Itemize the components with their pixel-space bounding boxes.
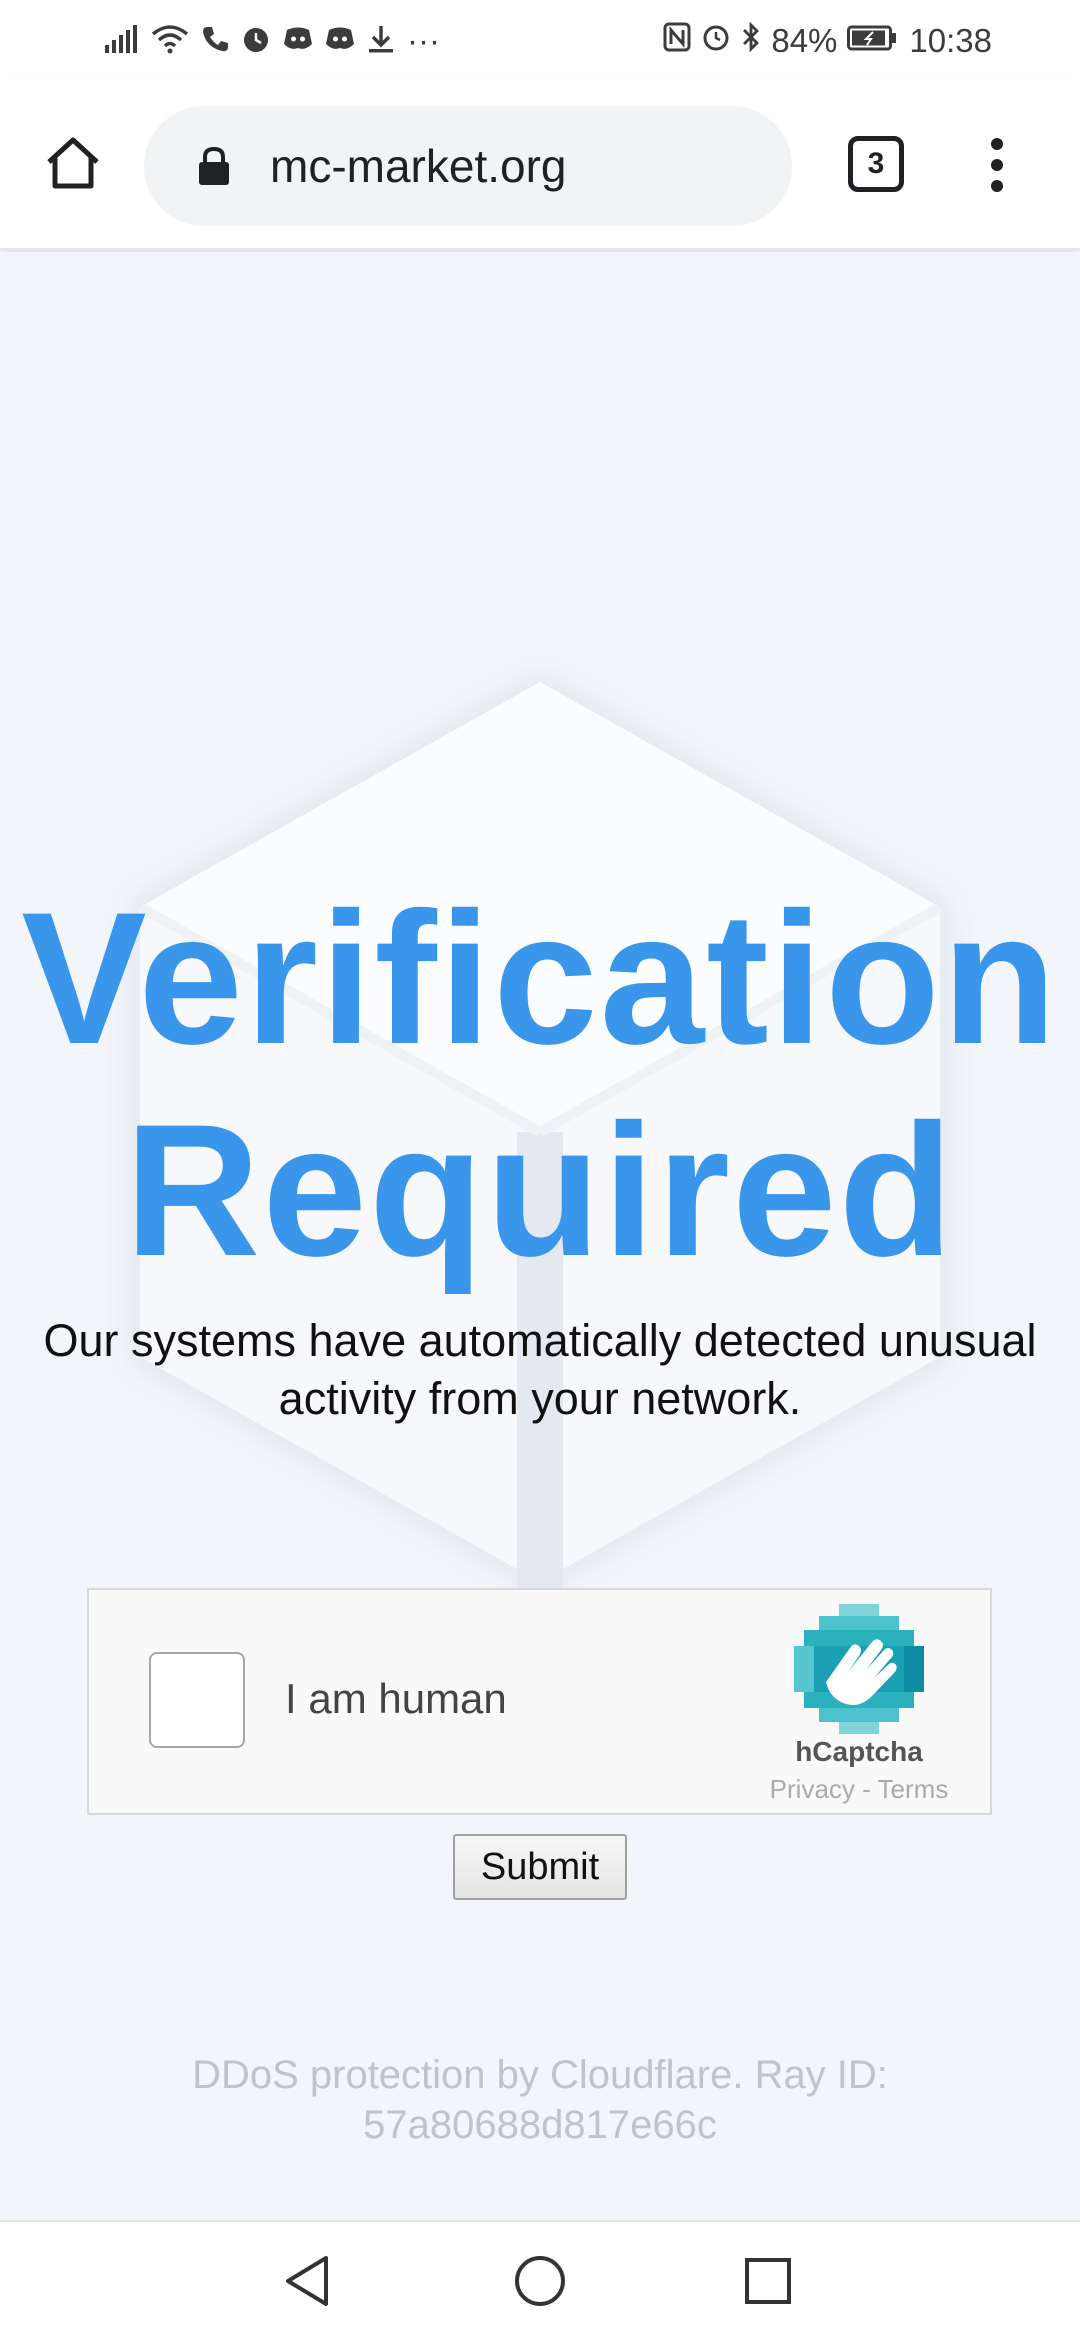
ray-id: 57a80688d817e66c [363, 2103, 717, 2147]
hcaptcha-logo-icon [794, 1604, 924, 1734]
status-notifications: ··· [105, 16, 440, 66]
recents-square-icon [743, 2256, 793, 2311]
more-vertical-icon [991, 138, 1003, 150]
submit-button[interactable]: Submit [453, 1834, 627, 1900]
hcaptcha-widget: I am human hCaptcha Privacy - Terms [87, 1588, 992, 1815]
home-nav-button[interactable] [505, 2248, 575, 2318]
discord-icon-2 [325, 26, 355, 57]
battery-icon [847, 23, 899, 60]
back-button[interactable] [272, 2248, 342, 2318]
wifi-icon [151, 24, 189, 59]
alarm-icon [241, 24, 271, 59]
clock-time: 10:38 [909, 22, 992, 59]
lock-icon [196, 146, 232, 186]
page-title-line-1: Verification [21, 873, 1059, 1083]
detection-message-line-2: activity from your network. [278, 1373, 802, 1424]
status-bar: ··· 84% 10:38 [0, 0, 1080, 80]
captcha-label: I am human [285, 1675, 507, 1722]
bluetooth-icon [741, 21, 761, 60]
page-title: Verification Required [0, 872, 1080, 1296]
hcaptcha-privacy-terms-links[interactable]: Privacy - Terms [749, 1774, 969, 1805]
phone-icon [201, 25, 229, 58]
more-notifications-indicator: ··· [407, 22, 440, 59]
page-content: Verification Required Our systems have a… [0, 252, 1080, 2220]
detection-message-line-1: Our systems have automatically detected … [43, 1315, 1037, 1366]
recents-button[interactable] [733, 2248, 803, 2318]
tab-switcher-button[interactable]: 3 [848, 136, 904, 192]
system-navigation-bar [0, 2220, 1080, 2340]
tab-count: 3 [867, 147, 885, 180]
page-title-line-2: Required [124, 1085, 956, 1295]
detection-message: Our systems have automatically detected … [0, 1312, 1080, 1428]
cloudflare-note-line-1: DDoS protection by Cloudflare. Ray ID: [192, 2053, 888, 2097]
discord-icon [283, 26, 313, 57]
signal-icon [105, 24, 139, 58]
captcha-checkbox[interactable] [149, 1652, 245, 1748]
battery-percentage: 84% [771, 22, 838, 59]
url-text: mc-market.org [270, 140, 567, 192]
download-icon [367, 24, 395, 59]
browser-menu-button[interactable] [974, 132, 1020, 198]
status-system: 84% 10:38 [663, 16, 992, 66]
nfc-icon [663, 22, 691, 60]
address-bar[interactable]: mc-market.org [144, 106, 792, 226]
home-icon [43, 134, 103, 197]
home-circle-icon [513, 2254, 567, 2313]
cloudflare-ray-id-note: DDoS protection by Cloudflare. Ray ID: 5… [100, 2050, 980, 2150]
browser-toolbar: mc-market.org 3 [0, 80, 1080, 250]
back-triangle-icon [282, 2254, 332, 2313]
hcaptcha-brand-label: hCaptcha [795, 1736, 923, 1767]
alarm-clock-icon [701, 22, 731, 60]
home-button[interactable] [38, 130, 108, 200]
